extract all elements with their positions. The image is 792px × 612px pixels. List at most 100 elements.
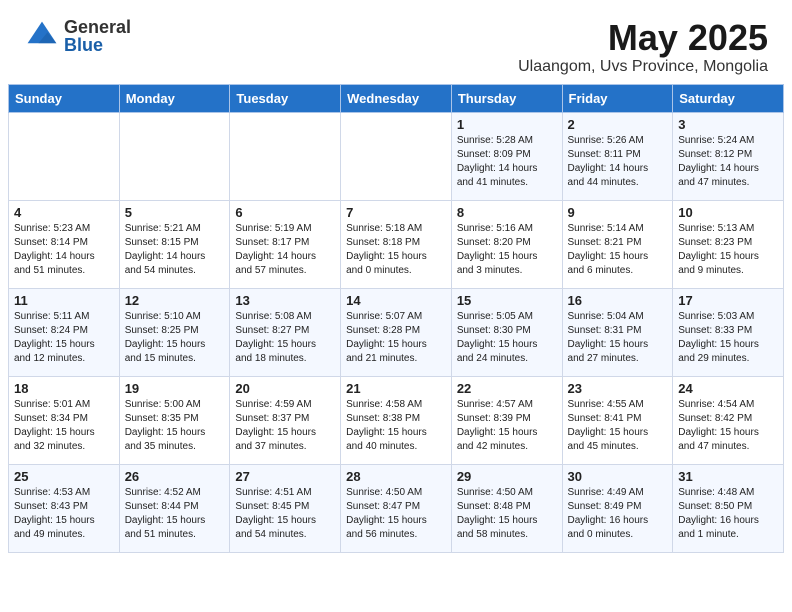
day-info: Sunrise: 4:51 AMSunset: 8:45 PMDaylight:… (235, 486, 335, 542)
day-info: Sunrise: 5:23 AMSunset: 8:14 PMDaylight:… (14, 222, 114, 278)
day-info: Sunrise: 5:07 AMSunset: 8:28 PMDaylight:… (346, 310, 446, 366)
day-number: 17 (678, 293, 778, 308)
calendar-cell: 2 Sunrise: 5:26 AMSunset: 8:11 PMDaylight… (562, 112, 673, 200)
day-info: Sunrise: 5:00 AMSunset: 8:35 PMDaylight:… (125, 398, 225, 454)
day-number: 14 (346, 293, 446, 308)
day-number: 18 (14, 381, 114, 396)
day-number: 15 (457, 293, 557, 308)
calendar-cell: 22 Sunrise: 4:57 AMSunset: 8:39 PMDayligh… (451, 376, 562, 464)
day-number: 28 (346, 469, 446, 484)
calendar-cell (341, 112, 452, 200)
day-number: 7 (346, 205, 446, 220)
day-number: 25 (14, 469, 114, 484)
calendar-cell: 15 Sunrise: 5:05 AMSunset: 8:30 PMDayligh… (451, 288, 562, 376)
day-number: 1 (457, 117, 557, 132)
calendar-cell: 25 Sunrise: 4:53 AMSunset: 8:43 PMDayligh… (9, 464, 120, 552)
day-number: 30 (568, 469, 668, 484)
day-number: 13 (235, 293, 335, 308)
day-info: Sunrise: 4:50 AMSunset: 8:48 PMDaylight:… (457, 486, 557, 542)
weekday-header-friday: Friday (562, 84, 673, 112)
calendar-cell: 4Sunrise: 5:23 AMSunset: 8:14 PMDaylight… (9, 200, 120, 288)
calendar-week-3: 11Sunrise: 5:11 AMSunset: 8:24 PMDayligh… (9, 288, 784, 376)
calendar-cell: 10Sunrise: 5:13 AMSunset: 8:23 PMDayligh… (673, 200, 784, 288)
day-info: Sunrise: 5:03 AMSunset: 8:33 PMDaylight:… (678, 310, 778, 366)
day-number: 5 (125, 205, 225, 220)
calendar-cell: 3Sunrise: 5:24 AMSunset: 8:12 PMDaylight… (673, 112, 784, 200)
calendar-cell: 26 Sunrise: 4:52 AMSunset: 8:44 PMDayligh… (119, 464, 230, 552)
logo: General Blue (24, 18, 131, 54)
calendar-week-2: 4Sunrise: 5:23 AMSunset: 8:14 PMDaylight… (9, 200, 784, 288)
day-info: Sunrise: 5:05 AMSunset: 8:30 PMDaylight:… (457, 310, 557, 366)
day-info: Sunrise: 4:49 AMSunset: 8:49 PMDaylight:… (568, 486, 668, 542)
day-number: 8 (457, 205, 557, 220)
day-number: 31 (678, 469, 778, 484)
day-number: 26 (125, 469, 225, 484)
logo-general-text: General (64, 18, 131, 36)
calendar-cell: 21Sunrise: 4:58 AMSunset: 8:38 PMDayligh… (341, 376, 452, 464)
weekday-header-thursday: Thursday (451, 84, 562, 112)
day-number: 24 (678, 381, 778, 396)
weekday-header-sunday: Sunday (9, 84, 120, 112)
calendar-table: SundayMondayTuesdayWednesdayThursdayFrid… (8, 84, 784, 553)
day-info: Sunrise: 5:10 AMSunset: 8:25 PMDaylight:… (125, 310, 225, 366)
calendar-cell: 8 Sunrise: 5:16 AMSunset: 8:20 PMDaylight… (451, 200, 562, 288)
title-block: May 2025 Ulaangom, Uvs Province, Mongoli… (518, 18, 768, 76)
day-info: Sunrise: 4:54 AMSunset: 8:42 PMDaylight:… (678, 398, 778, 454)
calendar-week-4: 18 Sunrise: 5:01 AMSunset: 8:34 PMDayligh… (9, 376, 784, 464)
day-number: 23 (568, 381, 668, 396)
day-info: Sunrise: 4:53 AMSunset: 8:43 PMDaylight:… (14, 486, 114, 542)
day-info: Sunrise: 4:50 AMSunset: 8:47 PMDaylight:… (346, 486, 446, 542)
day-number: 9 (568, 205, 668, 220)
day-info: Sunrise: 5:08 AMSunset: 8:27 PMDaylight:… (235, 310, 335, 366)
day-number: 12 (125, 293, 225, 308)
calendar-cell: 30 Sunrise: 4:49 AMSunset: 8:49 PMDayligh… (562, 464, 673, 552)
day-number: 2 (568, 117, 668, 132)
day-number: 21 (346, 381, 446, 396)
day-number: 27 (235, 469, 335, 484)
day-info: Sunrise: 5:16 AMSunset: 8:20 PMDaylight:… (457, 222, 557, 278)
calendar-cell: 5 Sunrise: 5:21 AMSunset: 8:15 PMDaylight… (119, 200, 230, 288)
calendar-cell: 1 Sunrise: 5:28 AMSunset: 8:09 PMDaylight… (451, 112, 562, 200)
day-number: 29 (457, 469, 557, 484)
day-number: 16 (568, 293, 668, 308)
day-info: Sunrise: 5:28 AMSunset: 8:09 PMDaylight:… (457, 134, 557, 190)
calendar-cell: 29 Sunrise: 4:50 AMSunset: 8:48 PMDayligh… (451, 464, 562, 552)
day-info: Sunrise: 5:26 AMSunset: 8:11 PMDaylight:… (568, 134, 668, 190)
day-info: Sunrise: 5:18 AMSunset: 8:18 PMDaylight:… (346, 222, 446, 278)
logo-blue-text: Blue (64, 36, 131, 54)
day-info: Sunrise: 4:57 AMSunset: 8:39 PMDaylight:… (457, 398, 557, 454)
weekday-header-row: SundayMondayTuesdayWednesdayThursdayFrid… (9, 84, 784, 112)
calendar-cell: 6 Sunrise: 5:19 AMSunset: 8:17 PMDaylight… (230, 200, 341, 288)
page-header: General Blue May 2025 Ulaangom, Uvs Prov… (0, 0, 792, 84)
day-info: Sunrise: 5:13 AMSunset: 8:23 PMDaylight:… (678, 222, 778, 278)
day-info: Sunrise: 5:19 AMSunset: 8:17 PMDaylight:… (235, 222, 335, 278)
calendar-cell: 13 Sunrise: 5:08 AMSunset: 8:27 PMDayligh… (230, 288, 341, 376)
weekday-header-wednesday: Wednesday (341, 84, 452, 112)
calendar-cell: 7 Sunrise: 5:18 AMSunset: 8:18 PMDaylight… (341, 200, 452, 288)
day-info: Sunrise: 5:11 AMSunset: 8:24 PMDaylight:… (14, 310, 114, 366)
calendar-cell: 23 Sunrise: 4:55 AMSunset: 8:41 PMDayligh… (562, 376, 673, 464)
day-info: Sunrise: 4:59 AMSunset: 8:37 PMDaylight:… (235, 398, 335, 454)
calendar-cell: 16Sunrise: 5:04 AMSunset: 8:31 PMDayligh… (562, 288, 673, 376)
calendar-cell: 14 Sunrise: 5:07 AMSunset: 8:28 PMDayligh… (341, 288, 452, 376)
logo-text: General Blue (64, 18, 131, 54)
day-number: 20 (235, 381, 335, 396)
day-info: Sunrise: 5:24 AMSunset: 8:12 PMDaylight:… (678, 134, 778, 190)
day-info: Sunrise: 4:52 AMSunset: 8:44 PMDaylight:… (125, 486, 225, 542)
calendar-cell: 18 Sunrise: 5:01 AMSunset: 8:34 PMDayligh… (9, 376, 120, 464)
calendar-cell (119, 112, 230, 200)
logo-icon (24, 18, 60, 54)
calendar-week-5: 25 Sunrise: 4:53 AMSunset: 8:43 PMDayligh… (9, 464, 784, 552)
day-info: Sunrise: 5:21 AMSunset: 8:15 PMDaylight:… (125, 222, 225, 278)
day-number: 6 (235, 205, 335, 220)
calendar-cell: 17 Sunrise: 5:03 AMSunset: 8:33 PMDayligh… (673, 288, 784, 376)
calendar-cell: 24 Sunrise: 4:54 AMSunset: 8:42 PMDayligh… (673, 376, 784, 464)
day-info: Sunrise: 5:01 AMSunset: 8:34 PMDaylight:… (14, 398, 114, 454)
day-number: 22 (457, 381, 557, 396)
calendar-cell: 20 Sunrise: 4:59 AMSunset: 8:37 PMDayligh… (230, 376, 341, 464)
weekday-header-tuesday: Tuesday (230, 84, 341, 112)
calendar-cell: 11Sunrise: 5:11 AMSunset: 8:24 PMDayligh… (9, 288, 120, 376)
day-number: 19 (125, 381, 225, 396)
day-info: Sunrise: 4:48 AMSunset: 8:50 PMDaylight:… (678, 486, 778, 542)
day-info: Sunrise: 4:55 AMSunset: 8:41 PMDaylight:… (568, 398, 668, 454)
